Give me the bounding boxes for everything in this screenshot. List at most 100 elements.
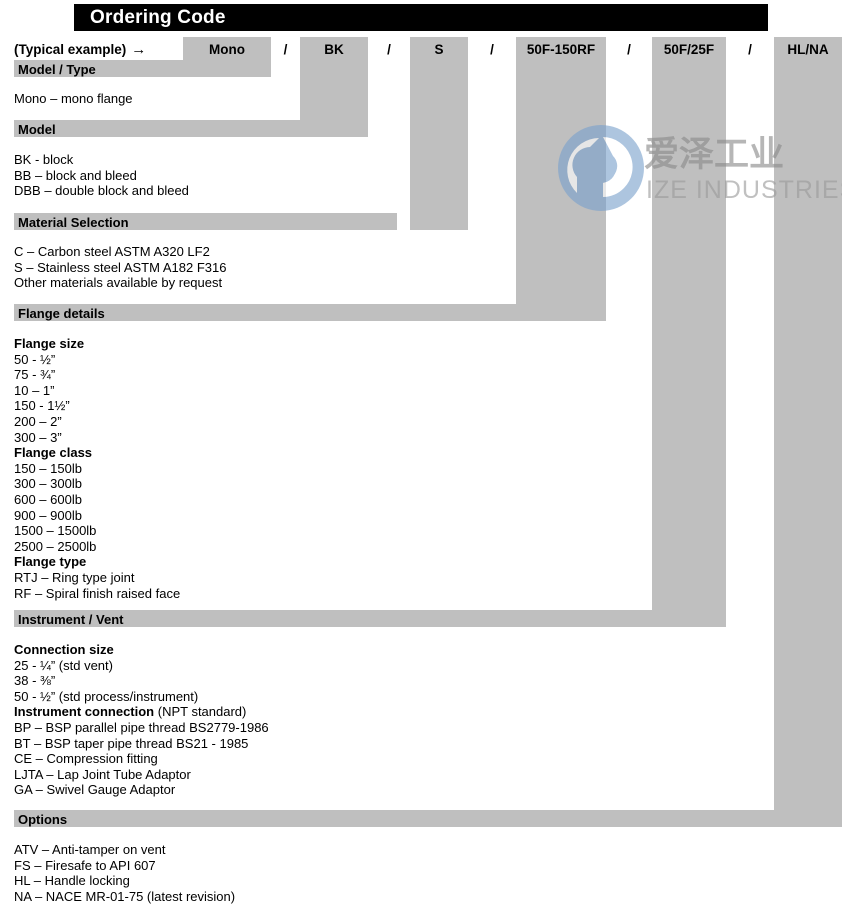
text-line-main: RF – Spiral finish raised face	[14, 585, 181, 601]
text-line-main: BT – BSP taper pipe thread BS21 - 1985	[14, 735, 249, 751]
text-line: 150 - 1½”	[14, 398, 180, 414]
text-line: 900 – 900lb	[14, 508, 180, 524]
text-line: Connection size	[14, 642, 269, 658]
text-line-main: BK - block	[14, 152, 74, 167]
typical-example-label: (Typical example) →	[14, 42, 146, 57]
text-line-main: GA – Swivel Gauge Adaptor	[14, 782, 176, 798]
column-drop-options	[774, 37, 842, 827]
text-line: 300 – 300lb	[14, 476, 180, 492]
text-line-main: Flange type	[14, 554, 87, 570]
code-cell-model: BK	[324, 42, 344, 57]
code-cell-material: S	[434, 42, 444, 57]
text-line: GA – Swivel Gauge Adaptor	[14, 782, 269, 798]
column-drop-flange	[516, 37, 606, 321]
text-line-main: NA – NACE MR-01-75 (latest revision)	[14, 888, 236, 904]
text-line: 300 – 3”	[14, 430, 180, 446]
code-separator-3: /	[490, 42, 494, 57]
section-heading-instrument-vent: Instrument / Vent	[18, 612, 124, 627]
text-line-main: CE – Compression fitting	[14, 751, 158, 767]
text-line-main: 50 - ½” (std process/instrument)	[14, 688, 199, 704]
text-line: RTJ – Ring type joint	[14, 570, 180, 586]
text-line: 10 – 1”	[14, 383, 180, 399]
text-line-main: 150 – 150lb	[14, 460, 82, 476]
ordering-code-page: Ordering Code 爱泽工业 IZE INDUSTRIES (Typic…	[0, 0, 842, 904]
text-line: CE – Compression fitting	[14, 751, 269, 767]
text-line: 1500 – 1500lb	[14, 523, 180, 539]
text-line-main: ATV – Anti-tamper on vent	[14, 842, 166, 857]
text-line-main: BB – block and bleed	[14, 167, 137, 183]
text-line-main: RTJ – Ring type joint	[14, 569, 135, 585]
text-line-main: 300 – 3”	[14, 429, 62, 445]
section-heading-flange-details: Flange details	[18, 306, 105, 321]
text-line-main: Flange class	[14, 445, 93, 461]
text-line: FS – Firesafe to API 607	[14, 858, 235, 874]
text-line: 50 - ½”	[14, 352, 180, 368]
text-line-main: Mono – mono flange	[14, 91, 133, 106]
code-separator-4: /	[627, 42, 631, 57]
text-line-main: Connection size	[14, 642, 114, 657]
text-line-main: Other materials available by request	[14, 275, 223, 291]
code-cell-options: HL/NA	[787, 42, 829, 57]
text-line-main: 200 – 2”	[14, 413, 62, 429]
text-line: LJTA – Lap Joint Tube Adaptor	[14, 767, 269, 783]
text-line-main: 600 – 600lb	[14, 491, 82, 507]
text-line-main: Instrument connection	[14, 704, 155, 720]
text-line: NA – NACE MR-01-75 (latest revision)	[14, 889, 235, 904]
page-title: Ordering Code	[90, 6, 226, 28]
text-line-main: 1500 – 1500lb	[14, 523, 97, 539]
text-line-main: 2500 – 2500lb	[14, 538, 97, 554]
text-line: S – Stainless steel ASTM A182 F316	[14, 260, 226, 276]
text-line: BB – block and bleed	[14, 168, 189, 184]
text-line: DBB – double block and bleed	[14, 183, 189, 199]
text-line-main: DBB – double block and bleed	[14, 183, 189, 199]
section-bar-options	[14, 810, 842, 827]
code-cell-flange: 50F-150RF	[526, 42, 596, 57]
text-line-main: BP – BSP parallel pipe thread BS2779-198…	[14, 719, 269, 735]
text-line-main: Flange size	[14, 336, 85, 351]
text-line: 75 - ¾”	[14, 367, 180, 383]
text-line: Instrument connection (NPT standard)	[14, 704, 269, 720]
page-title-bar: Ordering Code	[74, 4, 768, 31]
text-line-main: 300 – 300lb	[14, 476, 82, 492]
text-line-main: 150 - 1½”	[14, 398, 70, 414]
section-body-flange-details: Flange size 50 - ½” 75 - ¾” 10 – 1” 150 - 1½…	[14, 336, 180, 601]
section-body-model: BK - block BB – block and bleed DBB – doub…	[14, 152, 189, 199]
text-line: 38 - ⅜”	[14, 673, 269, 689]
text-line: 150 – 150lb	[14, 461, 180, 477]
text-line: 25 - ¼” (std vent)	[14, 658, 269, 674]
text-line: Other materials available by request	[14, 275, 226, 291]
column-drop-s	[410, 37, 468, 230]
text-line-main: C – Carbon steel ASTM A320 LF2	[14, 244, 210, 259]
text-line: BT – BSP taper pipe thread BS21 - 1985	[14, 736, 269, 752]
text-line: Mono – mono flange	[14, 91, 133, 107]
section-body-options: ATV – Anti-tamper on vent FS – Firesafe t…	[14, 842, 235, 904]
text-line-main: 50 - ½”	[14, 351, 56, 367]
typical-example-text: (Typical example)	[14, 42, 127, 57]
text-line: Flange size	[14, 336, 180, 352]
text-line: RF – Spiral finish raised face	[14, 586, 180, 602]
code-separator-2: /	[387, 42, 391, 57]
text-line-main: 900 – 900lb	[14, 507, 82, 523]
text-line-main: 38 - ⅜”	[14, 673, 56, 689]
code-cell-model-type: Mono	[209, 42, 245, 57]
text-line: ATV – Anti-tamper on vent	[14, 842, 235, 858]
column-drop-instr	[652, 37, 726, 627]
text-line: Flange class	[14, 445, 180, 461]
section-heading-material: Material Selection	[18, 215, 129, 230]
text-line-suffix: (NPT standard)	[154, 704, 247, 720]
code-cell-instrument: 50F/25F	[663, 42, 715, 57]
section-body-instrument-vent: Connection size 25 - ¼” (std vent) 38 - ⅜”…	[14, 642, 269, 798]
right-arrow-icon: →	[131, 41, 147, 58]
section-body-model-type: Mono – mono flange	[14, 91, 133, 107]
code-separator-5: /	[748, 42, 752, 57]
text-line: 600 – 600lb	[14, 492, 180, 508]
text-line: C – Carbon steel ASTM A320 LF2	[14, 244, 226, 260]
text-line-main: 75 - ¾”	[14, 367, 56, 383]
section-body-material: C – Carbon steel ASTM A320 LF2 S – Stainl…	[14, 244, 226, 291]
text-line-main: S – Stainless steel ASTM A182 F316	[14, 259, 227, 275]
text-line-main: HL – Handle locking	[14, 873, 130, 889]
text-line: BP – BSP parallel pipe thread BS2779-198…	[14, 720, 269, 736]
section-heading-model-type: Model / Type	[18, 62, 96, 77]
section-heading-options: Options	[18, 812, 68, 827]
text-line: Flange type	[14, 554, 180, 570]
